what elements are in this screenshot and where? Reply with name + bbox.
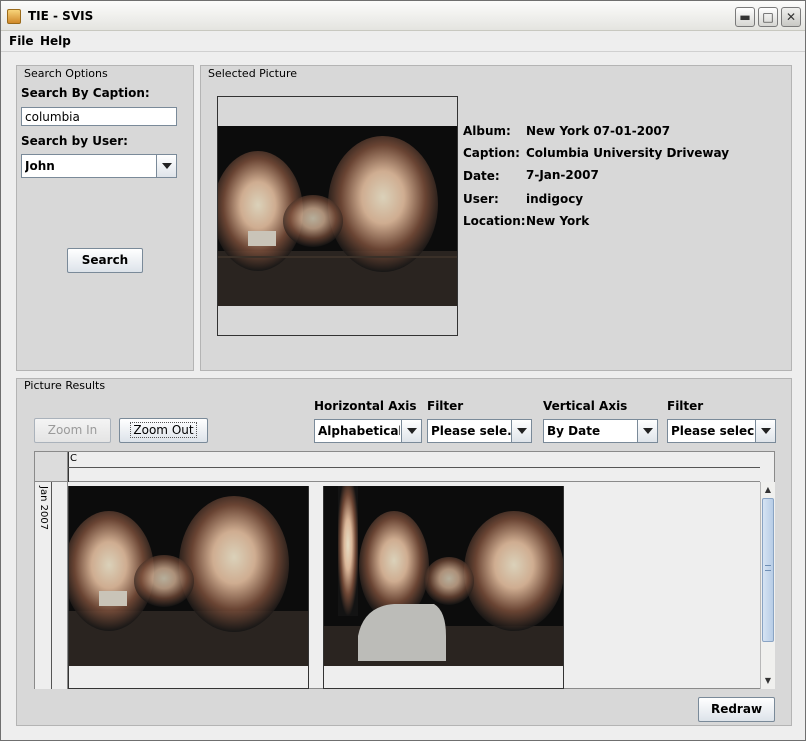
user-value: indigocy bbox=[526, 192, 584, 206]
album-value: New York 07-01-2007 bbox=[526, 124, 671, 138]
chevron-down-icon[interactable] bbox=[755, 420, 775, 442]
location-value: New York bbox=[526, 214, 590, 228]
menu-bar: File Help bbox=[1, 31, 805, 52]
selected-picture-frame bbox=[217, 96, 458, 336]
result-image-2 bbox=[324, 486, 563, 666]
horizontal-axis-select[interactable]: Alphabetically bbox=[314, 419, 422, 443]
grip-icon bbox=[765, 565, 771, 571]
app-window: TIE - SVIS ▬ □ ✕ File Help Search Option… bbox=[0, 0, 806, 741]
tree-lights-photo bbox=[69, 486, 308, 666]
album-label: Album: bbox=[463, 124, 511, 138]
minimize-button[interactable]: ▬ bbox=[735, 7, 755, 27]
zoom-out-label: Zoom Out bbox=[130, 422, 197, 438]
chevron-down-icon[interactable] bbox=[156, 155, 176, 177]
window-title: TIE - SVIS bbox=[28, 9, 94, 23]
grid-corner bbox=[35, 452, 68, 482]
picture-results-panel: Picture Results Zoom In Zoom Out Horizon… bbox=[16, 378, 792, 726]
result-thumbnail-2[interactable] bbox=[323, 486, 564, 689]
caption-label: Caption: bbox=[463, 146, 520, 160]
selected-picture-panel: Selected Picture Album: New York 07-01-2… bbox=[200, 65, 792, 371]
filter-label-1: Filter bbox=[427, 399, 464, 413]
horizontal-axis-value: Alphabetically bbox=[318, 424, 400, 438]
date-label: Date: bbox=[463, 169, 500, 183]
java-cup-icon bbox=[7, 9, 21, 24]
chevron-down-icon[interactable] bbox=[401, 420, 421, 442]
row-header-label: Jan 2007 bbox=[38, 486, 49, 531]
tree-lights-photo bbox=[218, 126, 457, 306]
search-by-user-label: Search by User: bbox=[21, 134, 128, 148]
maximize-button[interactable]: □ bbox=[758, 7, 778, 27]
vertical-axis-value: By Date bbox=[547, 424, 601, 438]
filter-value-2: Please selec... bbox=[671, 424, 755, 438]
vertical-axis-select[interactable]: By Date bbox=[543, 419, 658, 443]
zoom-in-button[interactable]: Zoom In bbox=[34, 418, 111, 443]
filter-label-2: Filter bbox=[667, 399, 704, 413]
scroll-up-icon[interactable]: ▲ bbox=[762, 483, 774, 496]
scroll-down-icon[interactable]: ▼ bbox=[762, 674, 774, 687]
location-label: Location: bbox=[463, 214, 526, 228]
results-grid: C Jan 2007 ▲ ▼ bbox=[34, 451, 775, 689]
chevron-down-icon[interactable] bbox=[637, 420, 657, 442]
search-by-caption-label: Search By Caption: bbox=[21, 86, 150, 100]
user-select-value: John bbox=[25, 159, 55, 173]
caption-value: Columbia University Driveway bbox=[526, 146, 730, 160]
column-header: C bbox=[68, 452, 760, 482]
row-header: Jan 2007 bbox=[35, 482, 68, 689]
filter-select-1[interactable]: Please sele... bbox=[427, 419, 532, 443]
column-header-line bbox=[68, 467, 760, 468]
filter-value-1: Please sele... bbox=[431, 424, 511, 438]
result-thumbnail-1[interactable] bbox=[68, 486, 309, 689]
vertical-axis-label: Vertical Axis bbox=[543, 399, 628, 413]
maximize-icon: □ bbox=[762, 10, 774, 24]
tree-lights-photo bbox=[324, 486, 563, 666]
caption-search-input[interactable]: columbia bbox=[21, 107, 177, 126]
title-bar[interactable]: TIE - SVIS ▬ □ ✕ bbox=[1, 1, 805, 31]
search-options-panel: Search Options Search By Caption: columb… bbox=[16, 65, 194, 371]
chevron-down-icon[interactable] bbox=[511, 420, 531, 442]
menu-file[interactable]: File bbox=[9, 34, 34, 48]
horizontal-axis-label: Horizontal Axis bbox=[314, 399, 417, 413]
date-value: 7-Jan-2007 bbox=[526, 168, 599, 182]
zoom-out-button[interactable]: Zoom Out bbox=[119, 418, 208, 443]
result-image-1 bbox=[69, 486, 308, 666]
user-label: User: bbox=[463, 192, 499, 206]
close-icon: ✕ bbox=[785, 10, 797, 24]
column-header-label: C bbox=[70, 453, 77, 464]
selected-picture-title: Selected Picture bbox=[208, 67, 298, 80]
selected-picture-image[interactable] bbox=[218, 126, 457, 306]
search-button[interactable]: Search bbox=[67, 248, 143, 273]
picture-results-title: Picture Results bbox=[24, 379, 106, 392]
close-button[interactable]: ✕ bbox=[781, 7, 801, 27]
minimize-icon: ▬ bbox=[739, 10, 751, 24]
vertical-scrollbar[interactable]: ▲ ▼ bbox=[760, 482, 775, 689]
redraw-button[interactable]: Redraw bbox=[698, 697, 775, 722]
scrollbar-thumb[interactable] bbox=[762, 498, 774, 642]
menu-help[interactable]: Help bbox=[40, 34, 71, 48]
user-select[interactable]: John bbox=[21, 154, 177, 178]
row-header-line bbox=[51, 482, 52, 689]
filter-select-2[interactable]: Please selec... bbox=[667, 419, 776, 443]
search-options-title: Search Options bbox=[24, 67, 108, 80]
